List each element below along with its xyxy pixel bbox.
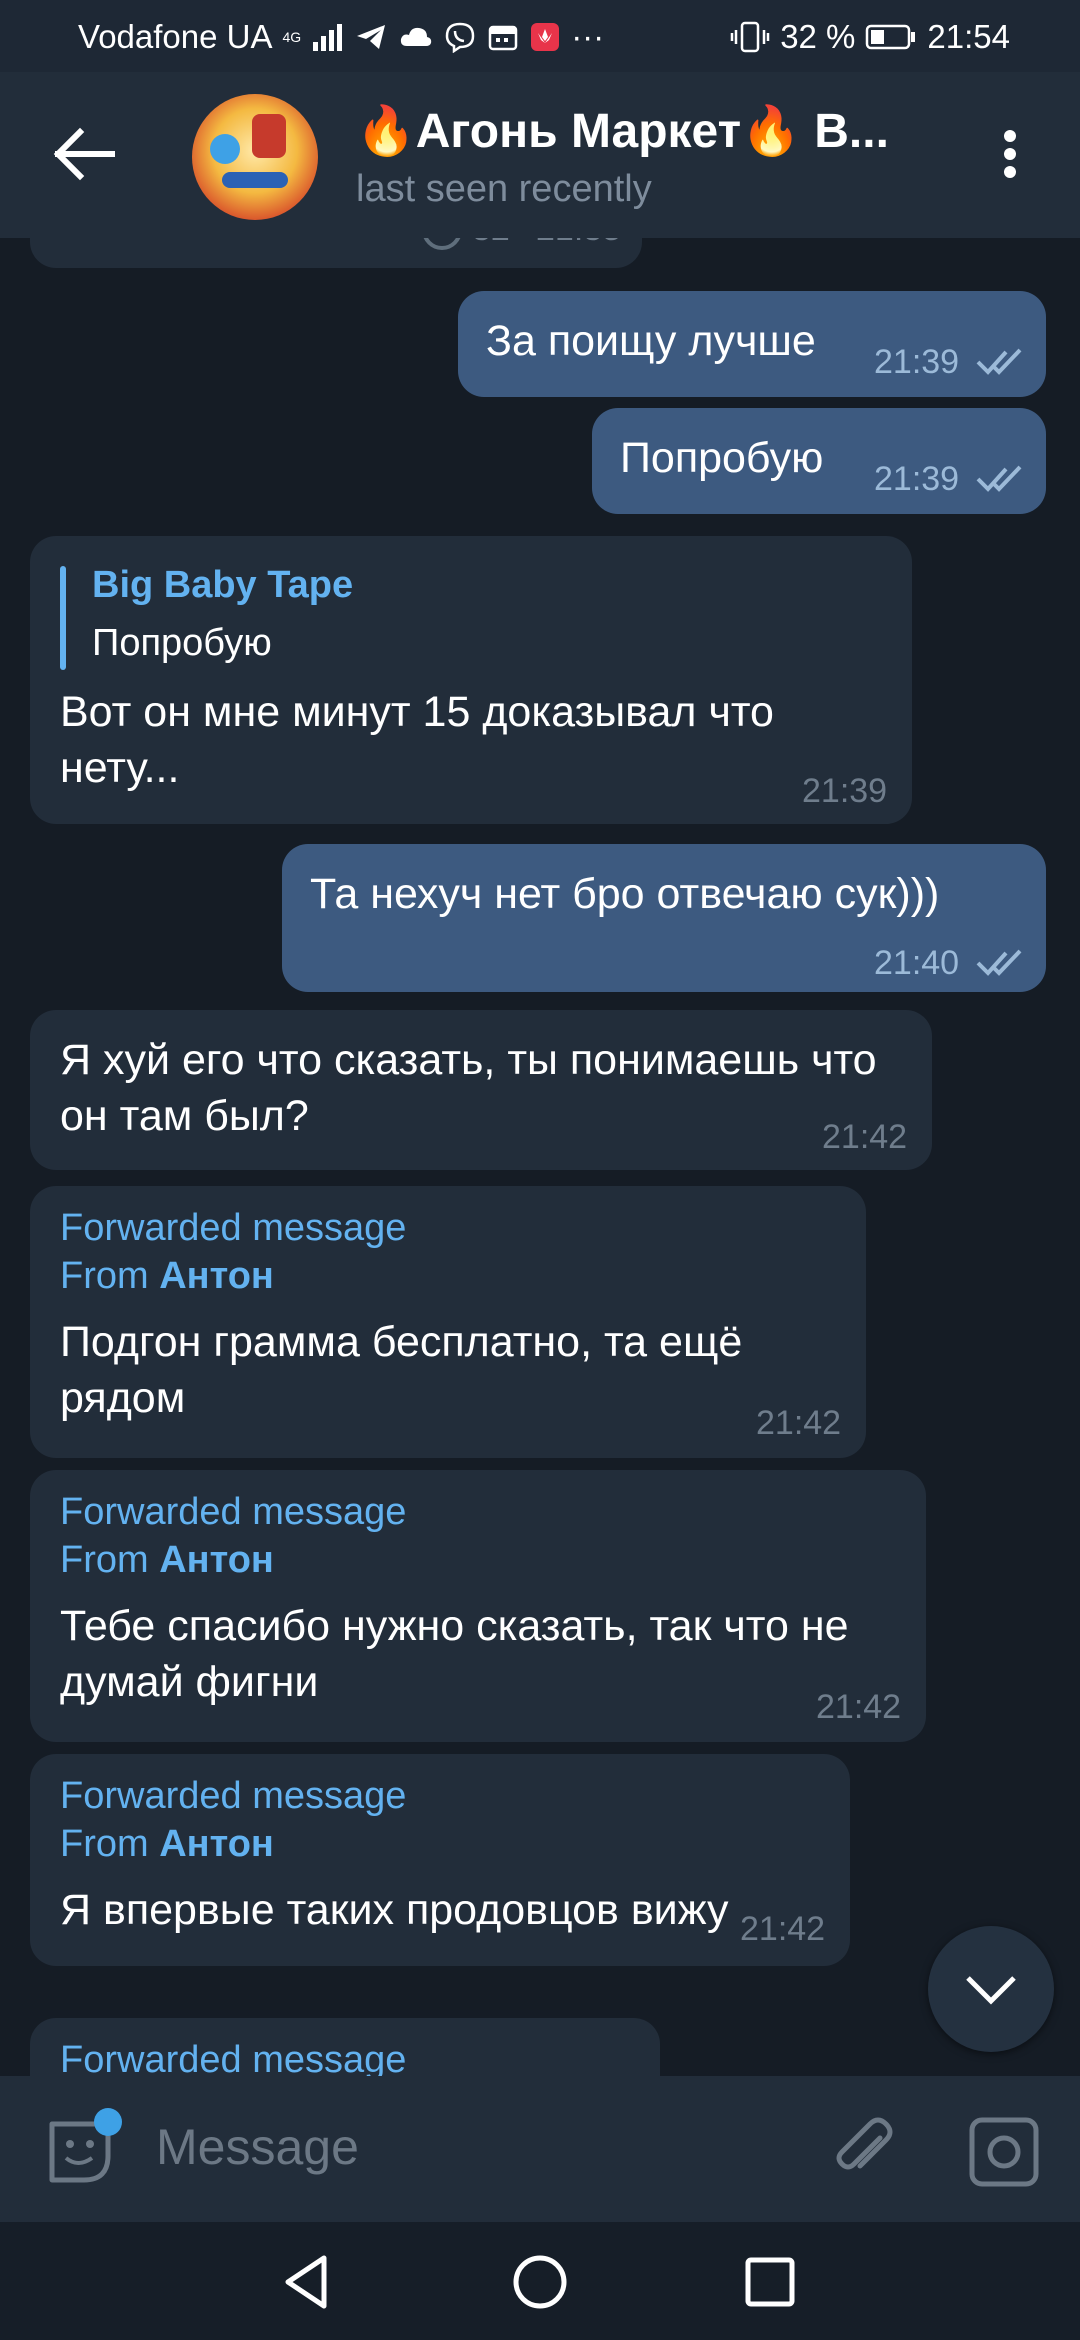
reply-quote-bar (60, 566, 66, 670)
forwarded-from-name[interactable]: Антон (159, 1255, 274, 1297)
clock: 21:54 (927, 18, 1010, 55)
message-bubble-forwarded[interactable]: Forwarded message From Антон Я впервые т… (30, 1754, 850, 1966)
nav-home-icon[interactable] (508, 2250, 572, 2314)
battery-icon (866, 24, 916, 50)
double-check-icon (976, 465, 1022, 492)
double-check-icon (976, 348, 1022, 375)
forwarded-from-prefix: From (60, 1823, 149, 1865)
nav-back-icon[interactable] (276, 2250, 340, 2314)
back-arrow-icon[interactable] (50, 124, 120, 184)
message-input[interactable]: Message (156, 2118, 756, 2188)
attach-paperclip-icon[interactable] (824, 2112, 904, 2192)
avatar-banner (222, 172, 288, 188)
message-time: 21:39 (874, 460, 960, 498)
chevron-down-icon (966, 1976, 1016, 2005)
more-menu-icon[interactable] (990, 124, 1030, 184)
nav-recents-icon[interactable] (738, 2250, 802, 2314)
camera-icon[interactable] (964, 2112, 1044, 2192)
forwarded-from[interactable]: From Антон (60, 1820, 406, 1868)
forwarded-from-name[interactable]: Антон (159, 1823, 274, 1865)
views-count: 32 (472, 238, 510, 249)
network-type: 4G (282, 29, 302, 45)
status-bar: Vodafone UA 4G ··· 32 % 21:54 (0, 0, 1080, 72)
viber-icon (445, 22, 475, 53)
cloud-icon (401, 27, 432, 46)
vibrate-icon (730, 21, 770, 53)
message-time: 21:39 (802, 772, 888, 810)
message-bubble-incoming[interactable]: Я хуй его что сказать, ты понимаешь что … (30, 1010, 932, 1170)
scroll-down-button[interactable] (928, 1926, 1054, 2052)
message-bubble-outgoing[interactable]: Попробую 21:39 (592, 408, 1046, 514)
forwarded-from[interactable]: From Антон (60, 1536, 406, 1584)
reply-text[interactable]: Попробую (92, 622, 272, 665)
calendar-icon (488, 25, 518, 51)
message-time: 21:38 (536, 238, 621, 249)
forwarded-label: Forwarded message (60, 2039, 407, 2076)
message-bubble-incoming[interactable]: Big Baby Tape Попробую Вот он мне минут … (30, 536, 912, 824)
message-text: Вот он мне минут 15 доказывал что нету..… (60, 688, 774, 792)
message-text: Попробую (620, 434, 824, 482)
signal-icon (313, 24, 343, 51)
message-bubble-incoming[interactable]: 32 21:38 (30, 238, 642, 268)
chat-header: 🔥Агонь Маркет🔥 В... last seen recently (0, 72, 1080, 238)
message-bubble-forwarded[interactable]: Forwarded message From Антон Подгон грам… (30, 1186, 866, 1458)
message-time: 21:42 (816, 1688, 902, 1726)
forwarded-label: Forwarded message (60, 1207, 407, 1249)
carrier-label: Vodafone UA (78, 18, 273, 55)
message-text: Я хуй его что сказать, ты понимаешь что … (60, 1036, 877, 1140)
message-text: Тебе спасибо нужно сказать, так что не д… (60, 1602, 849, 1706)
chat-title[interactable]: 🔥Агонь Маркет🔥 В... (356, 102, 956, 159)
forwarded-from-prefix: From (60, 1539, 149, 1581)
battery-percent: 32 % (780, 18, 856, 55)
message-bubble-outgoing[interactable]: За поищу лучше 21:39 (458, 291, 1046, 397)
forwarded-from-name[interactable]: Антон (159, 1539, 274, 1581)
reply-author[interactable]: Big Baby Tape (92, 564, 353, 607)
message-list[interactable]: 32 21:38 За поищу лучше 21:39 Попробую 2… (0, 238, 1080, 2076)
message-text: Я впервые таких продовцов вижу (60, 1886, 729, 1934)
forwarded-label: Forwarded message (60, 1491, 407, 1533)
forwarded-from[interactable]: From Антон (60, 1252, 406, 1300)
telegram-icon (357, 25, 386, 49)
sticker-emoji-button[interactable] (44, 2108, 122, 2188)
message-time: 21:40 (874, 944, 960, 982)
chat-status: last seen recently (356, 168, 652, 210)
message-text: Подгон грамма бесплатно, та ещё рядом (60, 1318, 743, 1422)
message-time: 21:42 (740, 1910, 826, 1948)
views-icon (423, 238, 461, 250)
message-bubble-forwarded[interactable]: Forwarded message (30, 2018, 660, 2076)
message-time: 21:42 (822, 1118, 908, 1156)
message-text: За поищу лучше (486, 317, 816, 365)
forwarded-from-prefix: From (60, 1255, 149, 1297)
message-text: Та нехуч нет бро отвечаю сук))) (310, 870, 940, 918)
forwarded-label: Forwarded message (60, 1775, 407, 1817)
chat-avatar[interactable] (192, 94, 318, 220)
message-bubble-forwarded[interactable]: Forwarded message From Антон Тебе спасиб… (30, 1470, 926, 1742)
message-time: 21:39 (874, 343, 960, 381)
huawei-icon (531, 23, 560, 51)
notification-dot (94, 2108, 122, 2136)
double-check-icon (976, 949, 1022, 976)
system-navigation-bar (0, 2222, 1080, 2340)
avatar-badge (252, 114, 286, 158)
avatar-telegram-logo (210, 134, 240, 164)
message-bubble-outgoing[interactable]: Та нехуч нет бро отвечаю сук))) 21:40 (282, 844, 1046, 992)
more-dots-icon: ··· (571, 18, 605, 55)
message-composer: Message (0, 2076, 1080, 2222)
message-time: 21:42 (756, 1404, 842, 1442)
